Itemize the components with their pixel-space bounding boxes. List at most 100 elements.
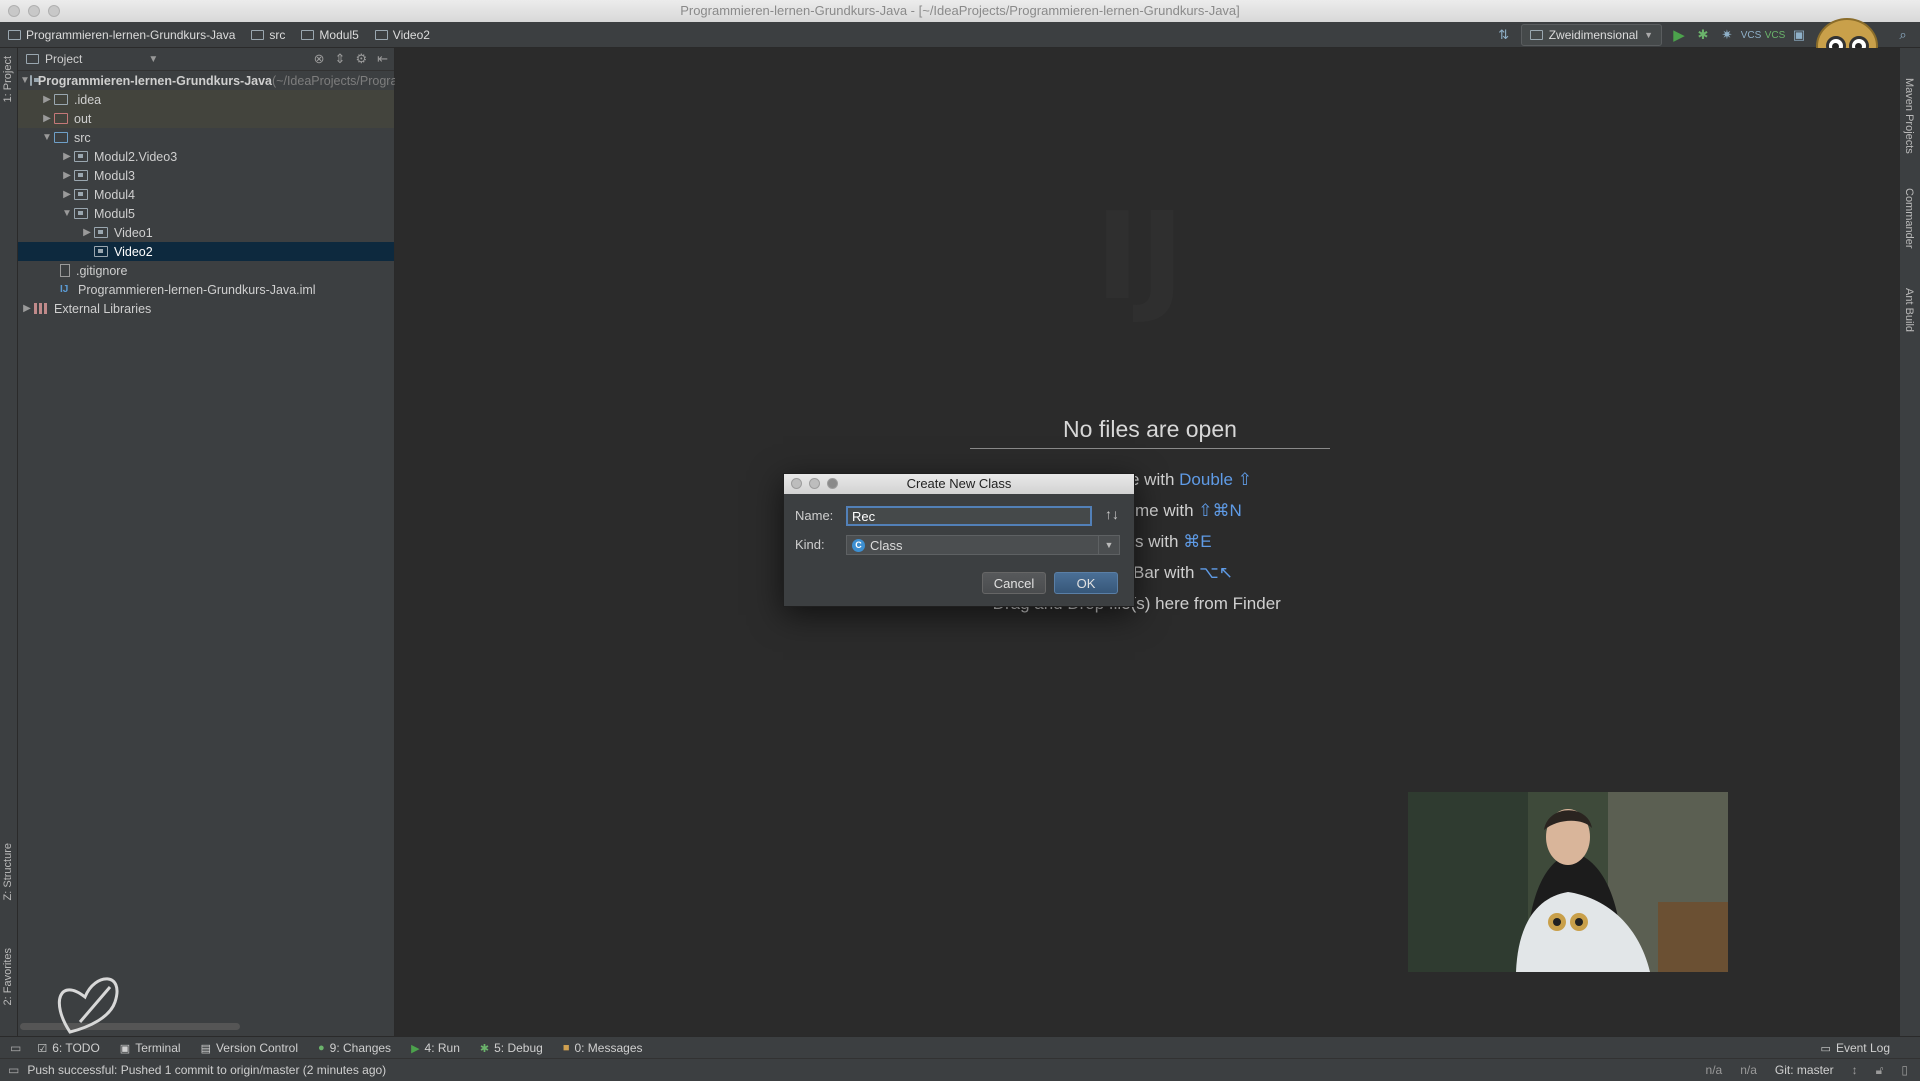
locate-file-icon[interactable]: ⊗ — [314, 51, 325, 67]
tab-structure[interactable]: Z: Structure — [2, 843, 14, 900]
tree-node-label: Video2 — [114, 244, 153, 259]
tree-node-video2[interactable]: Video2 — [18, 242, 394, 261]
lock-icon[interactable]: 🔓︎ — [1876, 1063, 1884, 1078]
expanded-arrow-icon[interactable]: ▼ — [60, 208, 74, 219]
collapsed-arrow-icon[interactable]: ▶ — [80, 227, 94, 238]
tree-node-modul4[interactable]: ▶ Modul4 — [18, 185, 394, 204]
build-icon[interactable]: ⇅ — [1497, 27, 1511, 42]
collapsed-arrow-icon[interactable]: ▶ — [60, 189, 74, 200]
tree-node-modul3[interactable]: ▶ Modul3 — [18, 166, 394, 185]
run-icon[interactable]: ▶ — [1672, 27, 1686, 44]
zoom-dialog-icon[interactable] — [827, 478, 838, 489]
sort-icon[interactable]: ↕ — [1852, 1063, 1858, 1077]
expanded-arrow-icon[interactable]: ▼ — [40, 132, 54, 143]
ok-button[interactable]: OK — [1054, 572, 1118, 594]
tool-window-version-control[interactable]: ▤ Version Control — [191, 1041, 308, 1055]
status-toggle-icon[interactable]: ▭ — [0, 1063, 27, 1077]
tool-window-label: Event Log — [1835, 1041, 1890, 1055]
hint-recent-files: s with ⌘E — [1135, 532, 1212, 552]
butterfly-logo-icon — [57, 977, 119, 1034]
chevron-down-icon[interactable]: ▼ — [1098, 536, 1119, 554]
hide-panel-icon[interactable]: ⇤ — [377, 51, 388, 67]
event-log-icon: ▭ — [1820, 1042, 1831, 1055]
tree-node-modul5[interactable]: ▼ Modul5 — [18, 204, 394, 223]
collapsed-arrow-icon[interactable]: ▶ — [40, 113, 54, 124]
tab-ant-build[interactable]: Ant Build — [1903, 288, 1915, 332]
tree-node-label: Modul5 — [94, 206, 135, 221]
folder-icon — [301, 29, 315, 40]
tool-windows-toggle-icon[interactable]: ▭ — [0, 1041, 27, 1055]
vcs-commit-icon[interactable]: VCS — [1765, 28, 1786, 42]
project-structure-icon[interactable]: ▣ — [1792, 27, 1806, 42]
collapsed-arrow-icon[interactable]: ▶ — [60, 151, 74, 162]
collapsed-arrow-icon[interactable]: ▶ — [40, 94, 54, 105]
debug-icon[interactable]: ✱ — [1696, 27, 1710, 42]
tree-node-modul2-video3[interactable]: ▶ Modul2.Video3 — [18, 147, 394, 166]
tree-node-video1[interactable]: ▶ Video1 — [18, 223, 394, 242]
tool-window-run[interactable]: ▶ 4: Run — [401, 1041, 470, 1055]
collapsed-arrow-icon[interactable]: ▶ — [60, 170, 74, 181]
window-controls[interactable] — [8, 5, 60, 17]
expanded-arrow-icon[interactable]: ▼ — [20, 75, 30, 86]
coverage-icon[interactable]: ✷ — [1720, 27, 1734, 42]
git-branch-widget[interactable]: Git: master — [1775, 1063, 1834, 1077]
collapse-all-icon[interactable]: ⇕ — [335, 51, 346, 67]
tool-window-label: 0: Messages — [574, 1041, 643, 1055]
debug-icon: ✱ — [479, 1042, 490, 1055]
status-message[interactable]: Push successful: Pushed 1 commit to orig… — [27, 1063, 386, 1077]
tool-window-todo[interactable]: ☑ 6: TODO — [27, 1041, 109, 1055]
search-everywhere-icon[interactable]: ⌕ — [1896, 27, 1910, 42]
breadcrumb-project[interactable]: Programmieren-lernen-Grundkurs-Java — [0, 28, 243, 42]
tool-window-bar: ▭ ☑ 6: TODO ▣ Terminal ▤ Version Control… — [0, 1036, 1920, 1059]
tool-window-debug[interactable]: ✱ 5: Debug — [470, 1041, 553, 1055]
chevron-down-icon: ▼ — [148, 53, 159, 65]
class-name-input[interactable] — [846, 506, 1092, 526]
breadcrumb-modul5[interactable]: Modul5 — [293, 28, 366, 42]
tree-node-iml-file[interactable]: IJ Programmieren-lernen-Grundkurs-Java.i… — [18, 280, 394, 299]
tree-node-out[interactable]: ▶ out — [18, 109, 394, 128]
cancel-button[interactable]: Cancel — [982, 572, 1046, 594]
breadcrumb-label: Programmieren-lernen-Grundkurs-Java — [26, 27, 236, 42]
tree-node-project-root[interactable]: ▼ Programmieren-lernen-Grundkurs-Java (~… — [18, 71, 582, 90]
tool-window-terminal[interactable]: ▣ Terminal — [110, 1041, 191, 1055]
tree-node-gitignore[interactable]: .gitignore — [18, 261, 394, 280]
project-tool-window: Project ▼ ⊗ ⇕ ⚙ ⇤ ▼ Programmieren-lernen… — [18, 48, 582, 1036]
tab-maven-projects[interactable]: Maven Projects — [1903, 78, 1915, 154]
tree-node-idea[interactable]: ▶ .idea — [18, 90, 394, 109]
tab-commander[interactable]: Commander — [1903, 188, 1915, 249]
tree-node-external-libraries[interactable]: ▶ External Libraries — [18, 299, 394, 318]
run-configuration-select[interactable]: Zweidimensional ▼ — [1520, 24, 1662, 46]
vcs-update-icon[interactable]: VCS — [1741, 28, 1762, 42]
hint-shortcut: ⌥↖ — [1199, 563, 1233, 582]
class-icon: C — [852, 538, 865, 552]
folder-icon — [54, 94, 68, 105]
tool-window-messages[interactable]: ■ 0: Messages — [553, 1041, 653, 1055]
sort-order-icon[interactable]: ↑↓ — [1105, 506, 1119, 522]
kind-dropdown[interactable]: C Class ▼ — [846, 535, 1120, 555]
collapsed-arrow-icon[interactable]: ▶ — [20, 303, 34, 314]
close-window-icon[interactable] — [8, 5, 20, 17]
tab-favorites[interactable]: 2: Favorites — [2, 948, 14, 1005]
package-icon — [94, 246, 108, 257]
project-header-label: Project — [45, 52, 83, 66]
todo-icon: ☑ — [37, 1042, 48, 1055]
zoom-window-icon[interactable] — [48, 5, 60, 17]
tree-node-src[interactable]: ▼ src — [18, 128, 394, 147]
memory-indicator-icon[interactable]: ▯ — [1901, 1063, 1908, 1077]
hint-go-to-file: me with ⇧⌘N — [1135, 501, 1242, 521]
left-tool-stripe: 1: Project Z: Structure 2: Favorites — [0, 48, 18, 1036]
close-dialog-icon[interactable] — [791, 478, 802, 489]
breadcrumb-src[interactable]: src — [243, 28, 293, 42]
status-widgets: n/a n/a Git: master ↕ 🔓︎ ▯ — [1706, 1059, 1908, 1081]
breadcrumb-label: src — [269, 27, 286, 42]
caret-position: n/a — [1705, 1063, 1723, 1077]
tab-project[interactable]: 1: Project — [2, 56, 14, 102]
minimize-window-icon[interactable] — [28, 5, 40, 17]
tool-window-event-log[interactable]: ▭ Event Log — [1811, 1041, 1900, 1055]
tree-node-label: External Libraries — [54, 301, 152, 316]
tool-window-changes[interactable]: ● 9: Changes — [308, 1041, 401, 1055]
file-icon — [60, 264, 70, 277]
gear-icon[interactable]: ⚙ — [355, 51, 367, 67]
navigation-bar: Programmieren-lernen-Grundkurs-Java src … — [0, 18, 1920, 74]
breadcrumb-video2[interactable]: Video2 — [367, 28, 438, 42]
